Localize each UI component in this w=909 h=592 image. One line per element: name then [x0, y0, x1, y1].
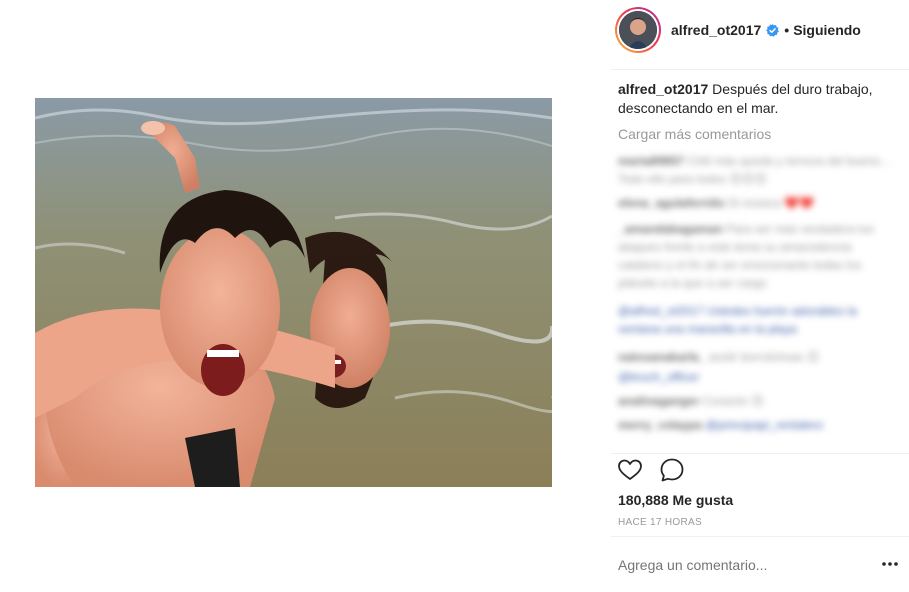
- post-side-panel: alfred_ot2017 • Siguiendo alfred_ot2017 …: [603, 0, 909, 592]
- add-comment-input[interactable]: [618, 557, 848, 573]
- footer-divider: [611, 536, 909, 537]
- post-caption: alfred_ot2017 Después del duro trabajo, …: [618, 80, 902, 118]
- action-bar: [617, 457, 685, 485]
- comment-item: analinaganger Corazón 😊: [618, 394, 764, 408]
- more-options-icon[interactable]: [880, 556, 900, 572]
- comment-item: natosanakarla_ acelir borrolchoas 😊: [618, 350, 820, 364]
- header-user-row: alfred_ot2017 • Siguiendo: [671, 22, 861, 38]
- avatar[interactable]: [619, 11, 657, 49]
- header-divider: [611, 69, 909, 70]
- post-header: alfred_ot2017 • Siguiendo: [603, 0, 903, 64]
- post-photo-illustration: [35, 98, 552, 487]
- comment-item: @alfred_ot2017 Ustedes fuerón adorables …: [618, 304, 858, 336]
- avatar-image: [619, 11, 657, 49]
- load-more-comments-button[interactable]: Cargar más comentarios: [618, 126, 771, 142]
- photo-area: [0, 0, 590, 592]
- post-timestamp[interactable]: HACE 17 HORAS: [618, 517, 702, 528]
- comment-icon[interactable]: [659, 457, 685, 483]
- verified-badge-icon: [766, 23, 780, 37]
- heart-icon[interactable]: [617, 457, 643, 483]
- header-username[interactable]: alfred_ot2017: [671, 22, 761, 38]
- comments-divider: [611, 453, 909, 454]
- caption-username[interactable]: alfred_ot2017: [618, 81, 708, 97]
- like-count[interactable]: 180,888 Me gusta: [618, 492, 733, 508]
- comment-item: merry_celaypa @principapi_rentalero: [618, 418, 824, 432]
- comment-item: _amandabagaman Para ser más verdadera tu…: [618, 222, 875, 290]
- comment-item: @bruch_officer: [618, 370, 700, 384]
- comment-item: elena_agulaferrido Di música ❤️❤️: [618, 196, 814, 210]
- separator-dot: •: [784, 22, 790, 38]
- comment-item: marta89857 Chill más queda y ternura del…: [618, 154, 891, 186]
- comments-list: marta89857 Chill más queda y ternura del…: [612, 148, 902, 453]
- following-button[interactable]: Siguiendo: [793, 22, 861, 38]
- story-ring[interactable]: [615, 7, 661, 53]
- post-photo[interactable]: [35, 98, 552, 487]
